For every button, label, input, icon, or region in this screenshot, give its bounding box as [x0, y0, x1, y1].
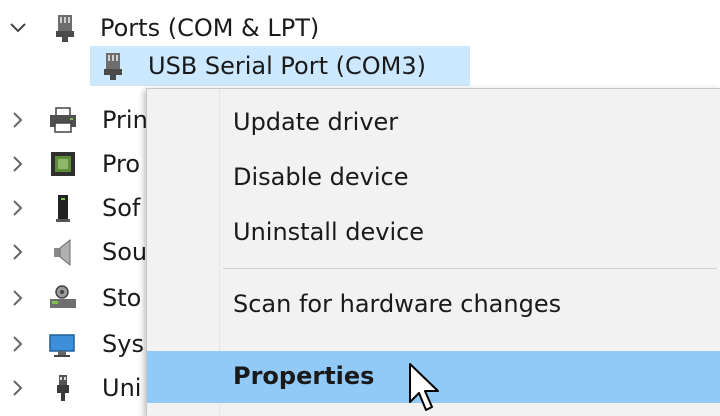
- chevron-right-icon[interactable]: [8, 242, 28, 262]
- tree-node-label: Sof: [102, 194, 141, 222]
- mouse-cursor-icon: [409, 363, 439, 411]
- chevron-right-icon[interactable]: [8, 110, 28, 130]
- menu-item-scan-for-hardware-changes[interactable]: Scan for hardware changes: [147, 279, 720, 329]
- software-device-icon: [56, 195, 70, 222]
- chevron-right-icon[interactable]: [8, 288, 28, 308]
- tree-node-usb-serial-port[interactable]: USB Serial Port (COM3): [90, 46, 470, 86]
- tree-node-label: Sto: [102, 284, 142, 312]
- storage-controller-icon: [50, 285, 76, 308]
- menu-item-label: Uninstall device: [233, 218, 425, 246]
- menu-item-disable-device[interactable]: Disable device: [147, 152, 720, 202]
- tree-node-label: Sou: [102, 238, 148, 266]
- menu-separator: [223, 268, 717, 269]
- speaker-icon: [54, 238, 71, 267]
- tree-node-sound[interactable]: Sou: [0, 232, 148, 272]
- tree-node-system-devices[interactable]: Sys: [0, 324, 146, 364]
- chevron-down-icon[interactable]: [8, 18, 28, 38]
- tree-node-printers[interactable]: Prin: [0, 100, 148, 140]
- menu-item-update-driver[interactable]: Update driver: [147, 97, 720, 147]
- tree-node-label: Ports (COM & LPT): [100, 14, 320, 42]
- port-connector-icon: [104, 53, 122, 80]
- tree-node-storage-controllers[interactable]: Sto: [0, 278, 146, 318]
- printer-icon: [50, 107, 76, 133]
- menu-item-uninstall-device[interactable]: Uninstall device: [147, 207, 720, 257]
- tree-node-label: Uni: [102, 374, 142, 402]
- tree-node-label: Pro: [102, 150, 141, 178]
- menu-item-label: Disable device: [233, 163, 409, 191]
- menu-item-label: Properties: [233, 362, 375, 390]
- chevron-right-icon[interactable]: [8, 378, 28, 398]
- menu-item-label: Scan for hardware changes: [233, 290, 562, 318]
- tree-node-processors[interactable]: Pro: [0, 144, 146, 184]
- system-devices-icon: [49, 334, 75, 357]
- tree-node-ports[interactable]: Ports (COM & LPT): [0, 8, 400, 48]
- port-connector-icon: [56, 15, 74, 42]
- menu-item-label: Update driver: [233, 108, 399, 136]
- processor-icon: [51, 152, 75, 176]
- tree-node-label: Prin: [102, 106, 148, 134]
- chevron-right-icon[interactable]: [8, 154, 28, 174]
- tree-node-software-devices[interactable]: Sof: [0, 188, 146, 228]
- tree-node-label: Sys: [102, 330, 144, 358]
- usb-plug-icon: [57, 375, 69, 401]
- chevron-right-icon[interactable]: [8, 198, 28, 218]
- chevron-right-icon[interactable]: [8, 334, 28, 354]
- tree-node-label: USB Serial Port (COM3): [148, 52, 426, 80]
- tree-node-usb-controllers[interactable]: Uni: [0, 368, 146, 408]
